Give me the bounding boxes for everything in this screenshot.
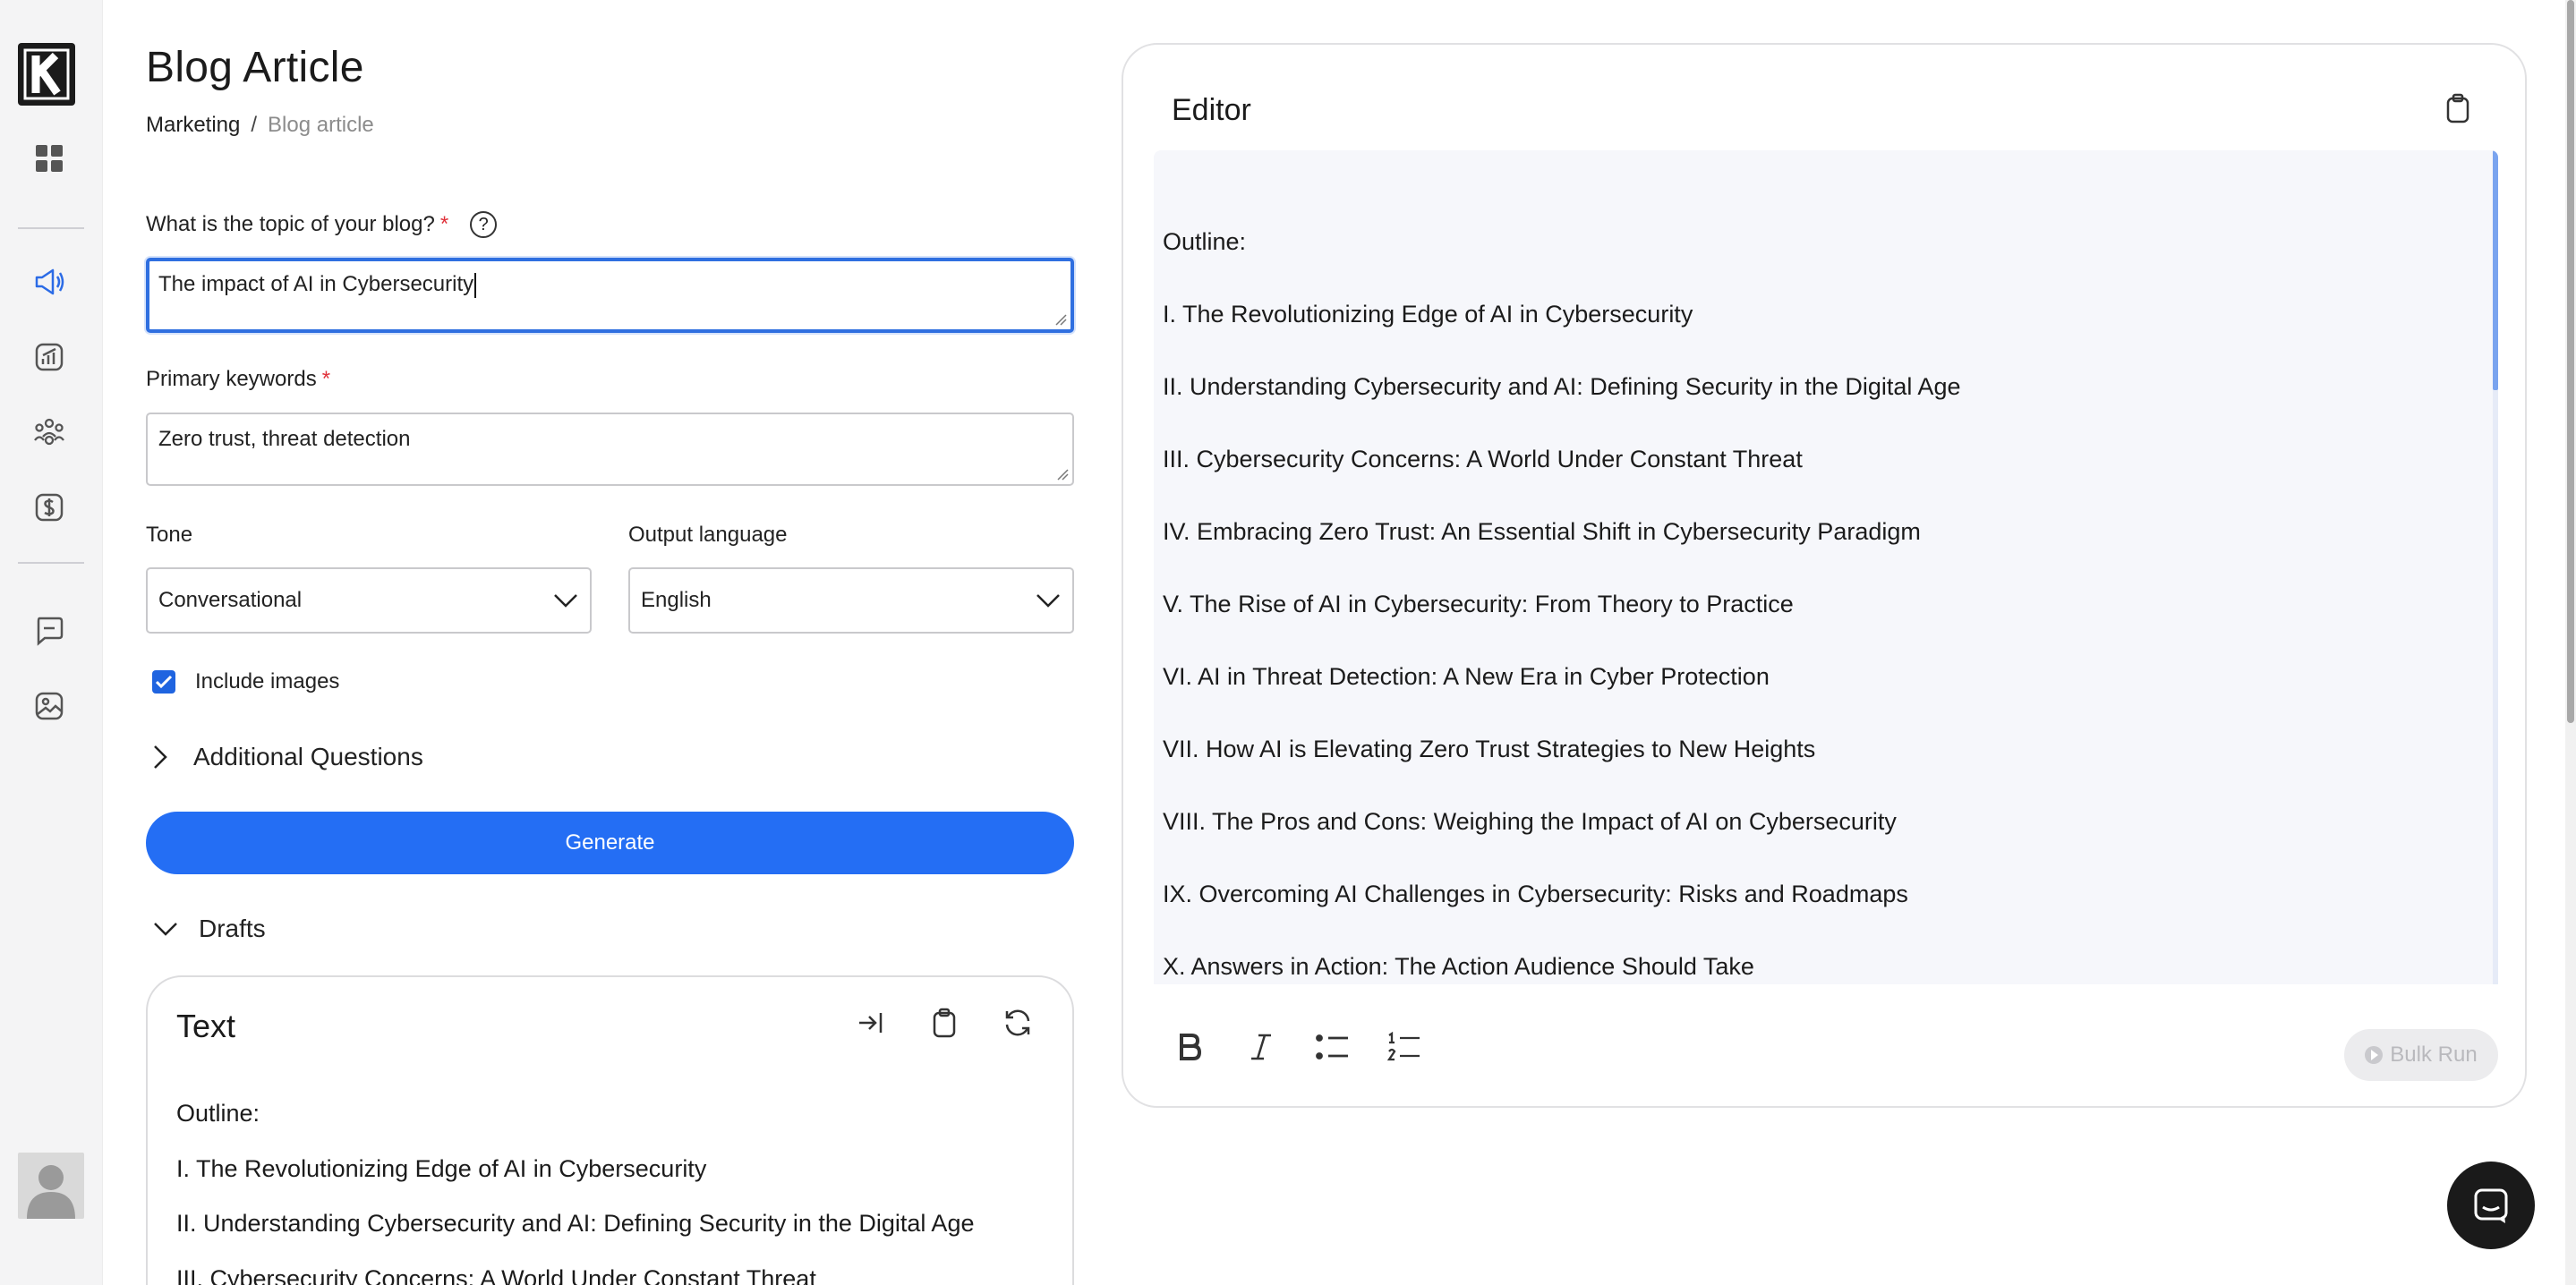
required-marker: * [321, 367, 331, 391]
keywords-input-value: Zero trust, threat detection [158, 427, 411, 451]
breadcrumb-separator: / [251, 113, 258, 137]
refresh-icon[interactable] [1001, 1006, 1035, 1040]
editor-line: VII. How AI is Elevating Zero Trust Stra… [1163, 736, 1816, 762]
sidebar-divider [18, 562, 84, 564]
additional-questions-toggle[interactable]: Additional Questions [152, 743, 423, 771]
dollar-icon[interactable] [32, 490, 66, 524]
draft-line: III. Cybersecurity Concerns: A World Und… [176, 1264, 816, 1285]
numbered-list-icon[interactable] [1385, 1027, 1424, 1067]
editor-line: IV. Embracing Zero Trust: An Essential S… [1163, 518, 1921, 545]
italic-icon[interactable] [1241, 1027, 1281, 1067]
chat-launcher-icon [2474, 1188, 2508, 1223]
keywords-label-text: Primary keywords [146, 367, 317, 391]
tone-value: Conversational [158, 588, 303, 612]
chevron-down-icon [554, 594, 577, 608]
editor-content[interactable]: Outline: I. The Revolutionizing Edge of … [1154, 150, 2498, 984]
editor-title: Editor [1172, 93, 1251, 127]
draft-line: Outline: [176, 1100, 260, 1127]
chat-bubble-icon[interactable] [32, 614, 66, 648]
editor-line: II. Understanding Cybersecurity and AI: … [1163, 373, 1961, 400]
topic-input-value: The impact of AI in Cybersecurity [158, 272, 474, 296]
topic-label-text: What is the topic of your blog? [146, 212, 435, 236]
editor-line: VI. AI in Threat Detection: A New Era in… [1163, 663, 1770, 690]
logo-k-icon [23, 48, 70, 100]
draft-card: Text Outline: I. The Revolutionizing Edg… [146, 975, 1074, 1285]
clipboard-icon[interactable] [2441, 91, 2475, 125]
breadcrumb-marketing[interactable]: Marketing [146, 113, 240, 138]
topic-label: What is the topic of your blog? * ? [146, 211, 498, 238]
required-marker: * [439, 212, 449, 236]
avatar[interactable] [18, 1153, 84, 1219]
editor-line: IX. Overcoming AI Challenges in Cybersec… [1163, 881, 1908, 907]
app-logo[interactable] [18, 43, 75, 106]
keywords-label: Primary keywords * [146, 367, 330, 392]
breadcrumb: Marketing / Blog article [146, 113, 374, 138]
editor-line: III. Cybersecurity Concerns: A World Und… [1163, 446, 1803, 472]
editor-line: I. The Revolutionizing Edge of AI in Cyb… [1163, 301, 1693, 328]
chevron-right-icon [154, 745, 167, 769]
analytics-icon[interactable] [32, 340, 66, 374]
language-label: Output language [628, 523, 787, 548]
include-images-label: Include images [195, 669, 340, 694]
drafts-toggle[interactable]: Drafts [152, 915, 266, 943]
sidebar [0, 0, 103, 1285]
megaphone-icon[interactable] [32, 265, 66, 299]
sidebar-divider [18, 227, 84, 229]
keywords-input[interactable]: Zero trust, threat detection [146, 413, 1074, 486]
language-value: English [641, 588, 712, 612]
editor-scrollbar-thumb[interactable] [2493, 150, 2498, 390]
bold-icon[interactable] [1170, 1027, 1209, 1067]
topic-input[interactable]: The impact of AI in Cybersecurity [146, 258, 1074, 333]
chevron-down-icon [1036, 594, 1060, 608]
tone-label: Tone [146, 523, 192, 548]
play-icon [2365, 1046, 2384, 1064]
bulk-run-label: Bulk Run [2390, 1042, 2478, 1067]
format-toolbar [1170, 1027, 1424, 1067]
image-icon[interactable] [32, 689, 66, 723]
clipboard-icon[interactable] [927, 1006, 961, 1040]
editor-text: Outline: I. The Revolutionizing Edge of … [1163, 206, 1960, 984]
page-title: Blog Article [146, 44, 364, 91]
generate-button[interactable]: Generate [146, 812, 1074, 874]
language-select[interactable]: English [628, 567, 1074, 634]
tone-label-text: Tone [146, 523, 193, 547]
bullet-list-icon[interactable] [1313, 1027, 1352, 1067]
draft-card-title: Text [176, 1008, 236, 1044]
team-icon[interactable] [32, 415, 66, 449]
grid-icon[interactable] [32, 141, 66, 175]
editor-line: Outline: [1163, 228, 1247, 255]
language-label-text: Output language [628, 523, 788, 547]
chat-launcher-button[interactable] [2447, 1162, 2535, 1249]
drafts-label: Drafts [199, 915, 266, 942]
user-avatar-icon [27, 1165, 75, 1219]
page-scrollbar-thumb[interactable] [2567, 0, 2574, 723]
include-images-row: Include images [152, 669, 339, 694]
text-caret [474, 272, 477, 298]
help-icon[interactable]: ? [470, 211, 498, 238]
include-images-checkbox[interactable] [152, 670, 175, 694]
editor-line: X. Answers in Action: The Action Audienc… [1163, 953, 1754, 980]
insert-icon[interactable] [854, 1006, 888, 1040]
editor-scrollbar[interactable] [2493, 150, 2498, 984]
breadcrumb-current: Blog article [268, 113, 374, 137]
editor-line: VIII. The Pros and Cons: Weighing the Im… [1163, 808, 1897, 835]
draft-text: Outline: I. The Revolutionizing Edge of … [176, 1086, 974, 1285]
chevron-down-icon [154, 923, 177, 936]
editor-panel: Editor Outline: I. The Revolutionizing E… [1122, 43, 2527, 1108]
draft-line: II. Understanding Cybersecurity and AI: … [176, 1210, 975, 1237]
checkmark-icon [155, 675, 173, 689]
draft-line: I. The Revolutionizing Edge of AI in Cyb… [176, 1154, 707, 1182]
resize-handle-icon[interactable] [1054, 313, 1067, 326]
tone-select[interactable]: Conversational [146, 567, 592, 634]
resize-handle-icon[interactable] [1056, 468, 1069, 481]
additional-questions-label: Additional Questions [193, 743, 423, 770]
editor-line: V. The Rise of AI in Cybersecurity: From… [1163, 591, 1794, 617]
bulk-run-button[interactable]: Bulk Run [2344, 1029, 2498, 1081]
draft-actions [854, 1006, 1035, 1040]
